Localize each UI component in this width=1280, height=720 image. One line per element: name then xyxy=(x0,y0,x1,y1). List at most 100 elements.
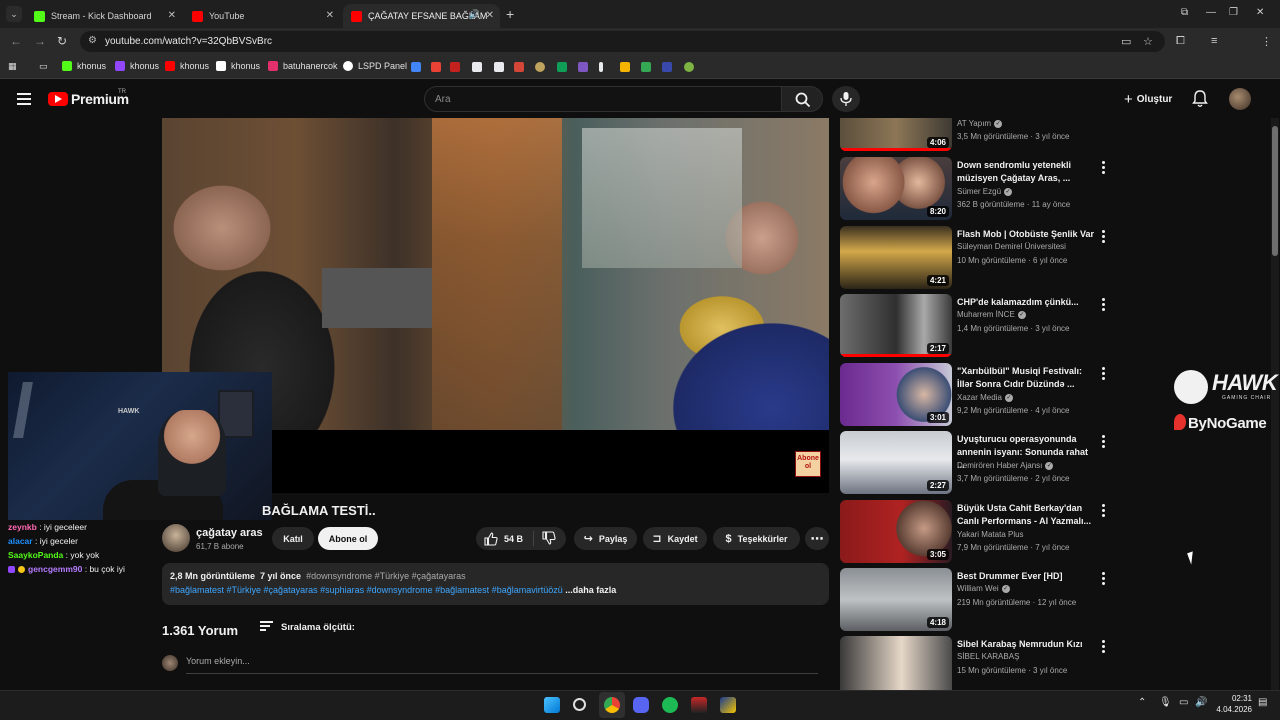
windows-start-icon[interactable] xyxy=(544,697,560,713)
video-thumbnail[interactable] xyxy=(840,636,952,690)
drive-icon[interactable] xyxy=(641,62,651,72)
recommended-video[interactable]: 4:18 Best Drummer Ever [HD] William Wei ✓… xyxy=(840,568,1120,632)
recommended-video[interactable]: 4:21 Flash Mob | Otobüste Şenlik Var Sül… xyxy=(840,226,1120,290)
notifications-bell-icon[interactable] xyxy=(1192,90,1208,108)
more-options-icon[interactable] xyxy=(1099,435,1107,450)
video-title[interactable]: "Xarıbülbül" Musiqi Festivalı: İllər Son… xyxy=(957,365,1097,391)
recommended-video[interactable]: 8:20 Down sendromlu yetenekli müzisyen Ç… xyxy=(840,157,1120,221)
chrome-icon[interactable] xyxy=(604,697,620,713)
network-icon[interactable]: ▭ xyxy=(1179,697,1188,708)
bookmark-icon[interactable] xyxy=(599,62,603,72)
search-input[interactable]: Ara xyxy=(424,86,782,112)
bookmark-khonus-twitch[interactable]: khonus xyxy=(115,61,159,71)
bookmark-icon[interactable] xyxy=(620,62,630,72)
more-options-icon[interactable] xyxy=(1099,298,1107,313)
obs-studio-icon[interactable] xyxy=(691,697,707,713)
bookmark-icon[interactable] xyxy=(662,62,672,72)
video-title[interactable]: CHP'de kalamazdım çünkü... xyxy=(957,296,1097,309)
video-thumbnail[interactable]: 4:21 xyxy=(840,226,952,289)
tab-youtube[interactable]: YouTube ✕ xyxy=(184,4,340,28)
tray-chevron-icon[interactable]: ⌃ xyxy=(1138,697,1146,708)
video-title[interactable]: Down sendromlu yetenekli müzisyen Çağata… xyxy=(957,159,1097,185)
system-clock[interactable]: 02:31 4.04.2026 xyxy=(1214,693,1252,715)
video-thumbnail[interactable]: 3:05 xyxy=(840,500,952,563)
extensions-icon[interactable]: ⧠ xyxy=(1176,35,1185,48)
video-channel[interactable]: Demirören Haber Ajansı ✓ xyxy=(957,461,1054,470)
recommended-video[interactable]: 2:27 Uyuşturucu operasyonunda annenin is… xyxy=(840,431,1120,495)
cast-icon[interactable]: ▭ xyxy=(1121,35,1131,48)
folder-icon[interactable]: ▭ xyxy=(39,61,48,72)
subscribe-watermark[interactable]: Abone ol xyxy=(795,451,821,477)
video-thumbnail[interactable]: 4:06 xyxy=(840,118,952,151)
video-channel[interactable]: Süleyman Demirel Üniversitesi xyxy=(957,242,1066,251)
tab-groups-icon[interactable]: ⧉ xyxy=(1181,7,1188,18)
bookmark-khonus-x[interactable]: khonus xyxy=(216,61,260,71)
share-button[interactable]: ↪ Paylaş xyxy=(574,527,637,550)
channel-avatar[interactable] xyxy=(162,524,190,552)
sort-comments-button[interactable]: Sıralama ölçütü: xyxy=(260,621,355,633)
channel-name[interactable]: çağatay aras xyxy=(196,527,263,539)
gmail-icon[interactable] xyxy=(411,62,421,72)
video-thumbnail[interactable]: 2:17 xyxy=(840,294,952,357)
more-options-icon[interactable] xyxy=(1099,367,1107,382)
close-icon[interactable]: ✕ xyxy=(326,10,334,21)
more-options-icon[interactable] xyxy=(1099,230,1107,245)
video-channel[interactable]: Sümer Ezgü ✓ xyxy=(957,187,1013,196)
bookmark-icon[interactable] xyxy=(514,62,524,72)
video-channel[interactable]: AT Yapım ✓ xyxy=(957,119,1003,128)
recommended-video[interactable]: 3:05 Büyük Usta Cahit Berkay'dan Canlı P… xyxy=(840,500,1120,564)
save-button[interactable]: ⊐ Kaydet xyxy=(643,527,707,550)
back-icon[interactable]: ← xyxy=(10,34,22,48)
hashtags-primary[interactable]: #downsyndrome #Türkiye #çağatayaras xyxy=(306,571,466,581)
dislike-button[interactable] xyxy=(542,531,556,547)
page-scrollbar[interactable] xyxy=(1271,118,1279,690)
show-more-link[interactable]: ...daha fazla xyxy=(565,585,616,595)
new-tab-icon[interactable]: + xyxy=(506,6,514,22)
close-window-icon[interactable]: ✕ xyxy=(1256,7,1264,18)
hashtags-list[interactable]: #bağlamatest #Türkiye #çağatayaras #suph… xyxy=(170,585,563,595)
speaker-icon[interactable]: 🔊 xyxy=(469,9,480,20)
notifications-icon[interactable]: ▤ xyxy=(1258,697,1267,708)
close-icon[interactable]: ✕ xyxy=(168,10,176,21)
bookmark-khonus-kick[interactable]: khonus xyxy=(62,61,106,71)
restore-icon[interactable]: ❐ xyxy=(1229,7,1238,18)
bookmark-star-icon[interactable]: ☆ xyxy=(1143,35,1153,48)
comment-input[interactable]: Yorum ekleyin... xyxy=(186,656,818,674)
subscribe-button[interactable]: Abone ol xyxy=(318,527,378,550)
video-thumbnail[interactable]: 3:01 xyxy=(840,363,952,426)
tab-current-video[interactable]: ÇAĞATAY EFSANE BAĞLAM 🔊 ✕ xyxy=(343,4,500,28)
account-avatar[interactable] xyxy=(1229,88,1251,110)
more-options-icon[interactable] xyxy=(1099,161,1107,176)
video-thumbnail[interactable]: 4:18 xyxy=(840,568,952,631)
tab-kick-dashboard[interactable]: Stream - Kick Dashboard ✕ xyxy=(26,4,182,28)
join-button[interactable]: Katıl xyxy=(272,527,314,550)
reload-icon[interactable]: ↻ xyxy=(57,34,67,48)
video-title[interactable]: Flash Mob | Otobüste Şenlik Var xyxy=(957,228,1097,241)
recommended-video[interactable]: 2:17 CHP'de kalamazdım çünkü... Muharrem… xyxy=(840,294,1120,358)
video-title[interactable]: Best Drummer Ever [HD] xyxy=(957,570,1097,583)
more-options-icon[interactable] xyxy=(1099,640,1107,655)
more-actions-button[interactable]: ⋯ xyxy=(805,527,829,550)
video-title[interactable]: Sibel Karabaş Nemrudun Kızı xyxy=(957,638,1097,651)
forward-icon[interactable]: → xyxy=(34,34,46,48)
browser-menu-icon[interactable]: ⋮ xyxy=(1261,35,1272,48)
apps-grid-icon[interactable]: ▦ xyxy=(8,61,17,72)
recommended-video[interactable]: 4:06 AT Yapım ✓ 3,5 Mn görüntüleme · 3 yı… xyxy=(840,118,1120,152)
youtube-logo-icon[interactable] xyxy=(48,92,68,106)
discord-icon[interactable] xyxy=(633,697,649,713)
more-options-icon[interactable] xyxy=(1099,504,1107,519)
sheets-icon[interactable] xyxy=(557,62,567,72)
docs-icon[interactable] xyxy=(472,62,482,72)
search-button[interactable] xyxy=(781,86,823,112)
video-thumbnail[interactable]: 2:27 xyxy=(840,431,952,494)
tab-search-icon[interactable]: ⌄ xyxy=(6,6,22,22)
video-channel[interactable]: SİBEL KARABAŞ xyxy=(957,652,1019,661)
bookmark-icon[interactable] xyxy=(535,62,545,72)
gmail-icon[interactable] xyxy=(450,62,460,72)
video-channel[interactable]: Xazar Media ✓ xyxy=(957,393,1013,402)
more-options-icon[interactable] xyxy=(1099,572,1107,587)
media-control-icon[interactable]: ≡ xyxy=(1211,35,1217,47)
video-channel[interactable]: Muharrem İNCE ✓ xyxy=(957,310,1026,319)
video-thumbnail[interactable]: 8:20 xyxy=(840,157,952,220)
thanks-button[interactable]: $ Teşekkürler xyxy=(713,527,800,550)
